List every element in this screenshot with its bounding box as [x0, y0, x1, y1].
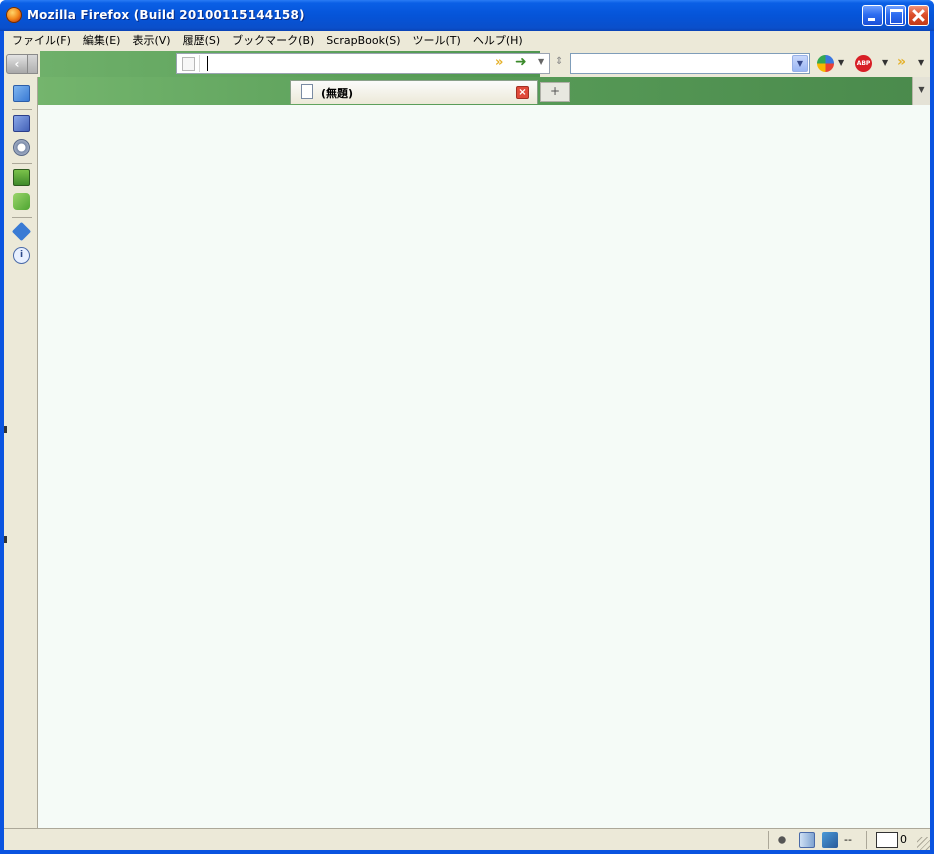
chevron-icon[interactable]: »: [495, 55, 503, 70]
minimize-button[interactable]: [862, 5, 883, 26]
tab-label: (無題): [321, 87, 354, 100]
firefox-icon: [6, 7, 22, 23]
close-window-button[interactable]: [908, 5, 929, 26]
history-icon[interactable]: [13, 139, 30, 156]
menu-edit[interactable]: 編集(E): [79, 31, 129, 51]
menu-tools[interactable]: ツール(T): [409, 31, 469, 51]
maximize-button[interactable]: [885, 5, 906, 26]
puzzle-icon[interactable]: [11, 221, 32, 242]
mail-icon[interactable]: [876, 832, 898, 848]
status-separator: [866, 831, 867, 849]
info-icon[interactable]: i: [13, 247, 30, 264]
addons-icon[interactable]: [13, 193, 30, 210]
forward-button[interactable]: [28, 54, 38, 74]
url-bar[interactable]: » ➜ ▼: [176, 53, 550, 74]
downloads-icon[interactable]: [13, 169, 30, 186]
tab-list-button[interactable]: ▼: [912, 77, 930, 105]
page-favicon-icon: [182, 57, 195, 71]
sidebar-splitter-mark[interactable]: [4, 536, 7, 543]
screenshot-icon[interactable]: [13, 85, 30, 102]
tab-untitled[interactable]: (無題) ×: [290, 80, 538, 104]
url-input[interactable]: [207, 56, 497, 71]
menu-scrapbook[interactable]: ScrapBook(S): [322, 31, 408, 51]
sidebar-separator: [12, 109, 32, 110]
menu-file[interactable]: ファイル(F): [8, 31, 79, 51]
go-arrow-icon[interactable]: ➜: [515, 54, 527, 70]
sidebar-separator: [12, 163, 32, 164]
sidebar-separator: [12, 217, 32, 218]
url-separator: [199, 55, 200, 72]
status-dashes: --: [844, 833, 852, 846]
plus-icon: +: [549, 84, 561, 98]
menu-help[interactable]: ヘルプ(H): [469, 31, 531, 51]
sidebar-splitter-mark[interactable]: [4, 426, 7, 433]
minimize-icon: [863, 6, 882, 25]
page-icon: [301, 84, 313, 99]
abp-dropdown-icon[interactable]: ▼: [882, 58, 888, 67]
adblock-plus-icon[interactable]: ABP: [855, 55, 872, 72]
resize-grip[interactable]: [917, 837, 930, 850]
search-bar[interactable]: ▼: [570, 53, 810, 74]
menu-history[interactable]: 履歴(S): [179, 31, 229, 51]
bug-icon[interactable]: [774, 832, 790, 848]
menu-bar: ファイル(F) 編集(E) 表示(V) 履歴(S) ブックマーク(B) Scra…: [4, 31, 930, 51]
menu-bookmarks[interactable]: ブックマーク(B): [228, 31, 322, 51]
google-dropdown-icon[interactable]: ▼: [838, 58, 844, 67]
browser-window: Mozilla Firefox (Build 20100115144158) フ…: [0, 0, 934, 854]
back-arrow-icon: ‹: [14, 57, 20, 71]
client-area: ファイル(F) 編集(E) 表示(V) 履歴(S) ブックマーク(B) Scra…: [4, 31, 930, 850]
status-bar: -- 0: [4, 828, 930, 850]
overflow-dropdown-icon[interactable]: ▼: [918, 58, 924, 67]
menu-view[interactable]: 表示(V): [128, 31, 178, 51]
navigation-toolbar: ‹ » ➜ ▼ ⇕ ▼ ▼ ABP ▼ » ▼: [4, 51, 930, 77]
title-bar[interactable]: Mozilla Firefox (Build 20100115144158): [0, 0, 934, 31]
window-title: Mozilla Firefox (Build 20100115144158): [27, 8, 305, 22]
bookmarks-icon[interactable]: [13, 115, 30, 132]
status-separator: [768, 831, 769, 849]
chevron-down-icon: ▼: [918, 85, 925, 94]
new-tab-button[interactable]: +: [540, 82, 570, 102]
tab-close-icon[interactable]: ×: [516, 86, 529, 99]
back-button[interactable]: ‹: [6, 54, 28, 74]
mail-count: 0: [900, 833, 907, 846]
toolbar-grip-icon[interactable]: ⇕: [555, 56, 563, 67]
google-toolbar-icon[interactable]: [817, 55, 834, 72]
sidebar-toolbar: i: [4, 77, 38, 828]
search-input[interactable]: [574, 56, 784, 71]
maximize-icon: [886, 6, 905, 25]
feed-icon[interactable]: [822, 832, 838, 848]
url-dropdown-icon[interactable]: ▼: [538, 57, 544, 66]
close-icon: [909, 6, 928, 25]
tab-bar: (無題) × + ▼: [38, 77, 930, 105]
page-content[interactable]: [38, 105, 930, 828]
document-icon[interactable]: [799, 832, 815, 848]
search-dropdown-icon[interactable]: ▼: [792, 55, 808, 72]
overflow-chevron-icon[interactable]: »: [897, 54, 906, 70]
